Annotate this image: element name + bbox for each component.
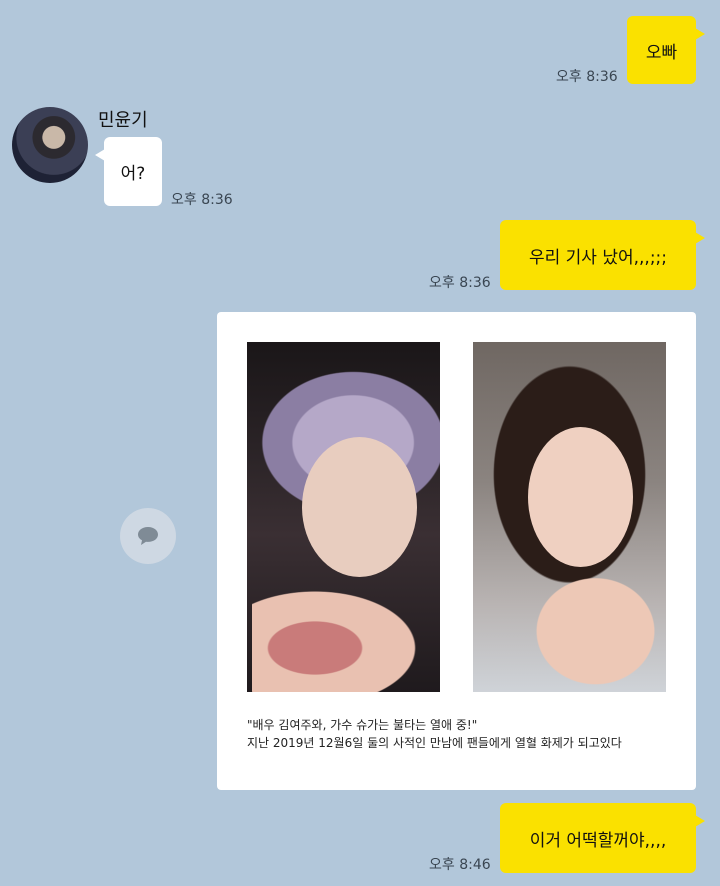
image-caption: "배우 김여주와, 가수 슈가는 불타는 열애 중!" 지난 2019년 12월… xyxy=(247,716,677,752)
caption-line-2: 지난 2019년 12월6일 둘의 사적인 만남에 팬들에게 열혈 화제가 되고… xyxy=(247,736,622,750)
message-text: 어? xyxy=(120,164,146,184)
share-button[interactable] xyxy=(120,508,176,564)
message-text: 이거 어떡할꺼야,,,, xyxy=(529,830,667,851)
image-message-card[interactable]: "배우 김여주와, 가수 슈가는 불타는 열애 중!" 지난 2019년 12월… xyxy=(217,312,696,790)
message-text: 오빠 xyxy=(645,42,678,63)
my-message-bubble[interactable]: 우리 기사 났어,,,;;; xyxy=(500,220,705,290)
message-time: 오후 8:46 xyxy=(429,857,491,873)
contact-name: 민윤기 xyxy=(98,110,148,131)
speech-bubble-icon xyxy=(138,527,158,545)
caption-line-1: "배우 김여주와, 가수 슈가는 불타는 열애 중!" xyxy=(247,718,478,732)
other-message-bubble[interactable]: 어? xyxy=(95,137,162,206)
photo-left-face xyxy=(302,437,417,577)
message-text: 우리 기사 났어,,,;;; xyxy=(528,247,668,268)
message-time: 오후 8:36 xyxy=(429,275,491,291)
photo-right-hand xyxy=(513,557,663,692)
my-message-bubble[interactable]: 이거 어떡할꺼야,,,, xyxy=(500,803,705,873)
avatar[interactable] xyxy=(12,107,88,183)
message-time: 오후 8:36 xyxy=(556,69,618,85)
photo-left-hands xyxy=(252,582,432,692)
message-time: 오후 8:36 xyxy=(171,192,233,208)
photo-left[interactable] xyxy=(247,342,440,692)
photo-right[interactable] xyxy=(473,342,666,692)
photo-right-face xyxy=(528,427,633,567)
my-message-bubble[interactable]: 오빠 xyxy=(627,16,705,84)
